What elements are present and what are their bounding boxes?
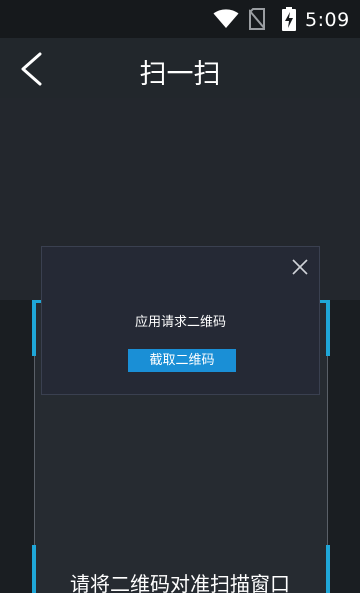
scan-hint-text: 请将二维码对准扫描窗口 [70,572,290,593]
scan-corner-top-left-vertical [32,300,36,356]
close-icon[interactable] [291,258,309,276]
page-title: 扫一扫 [139,59,221,90]
status-bar: 5:09 [0,0,360,38]
scanner-mask-right [328,300,360,593]
scanner-mask-left [0,300,34,593]
qr-request-dialog: 应用请求二维码 截取二维码 [41,246,320,395]
header-bar: 扫一扫 [0,38,360,98]
wifi-icon [213,9,239,28]
status-time: 5:09 [305,9,350,31]
battery-charging-icon [282,7,296,31]
dialog-message: 应用请求二维码 [134,315,226,330]
capture-qr-button[interactable]: 截取二维码 [128,349,236,372]
scan-corner-top-right-vertical [326,300,330,356]
no-sim-icon [249,8,265,30]
